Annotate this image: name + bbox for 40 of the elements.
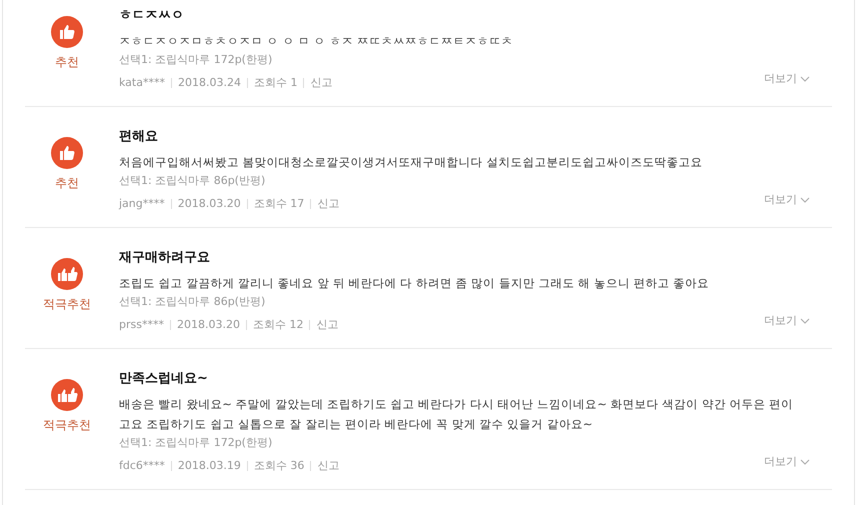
recommend-label: 추천 — [55, 175, 79, 192]
report-link[interactable]: 신고 — [317, 458, 340, 473]
chevron-down-icon — [800, 76, 810, 82]
chevron-down-icon — [800, 318, 810, 324]
more-button[interactable]: 더보기 — [764, 192, 810, 207]
review-title: 편해요 — [119, 129, 159, 145]
review-text: 조립도 쉽고 깔끔하게 깔리니 좋네요 앞 뒤 베란다에 다 하려면 좀 많이 들지만 그래도 해 놓으니 편하고 좋아요 — [119, 275, 710, 292]
option-text: 선택1: 조립식마루 172p(한평) — [119, 52, 274, 67]
report-link[interactable]: 신고 — [317, 196, 340, 211]
review-title: ㅎㄷㅈㅆㅇ — [119, 8, 185, 24]
option-text: 선택1: 조립식마루 86p(반평) — [119, 294, 266, 309]
recommend-label: 적극추천 — [43, 417, 91, 434]
user-id: kata**** — [119, 76, 165, 89]
view-count: 조회수 12 — [252, 317, 304, 332]
user-id: jang**** — [119, 197, 165, 210]
recommend-label: 추천 — [55, 54, 79, 71]
review-date: 2018.03.20 — [178, 197, 241, 210]
report-link[interactable]: 신고 — [310, 75, 332, 90]
report-link[interactable]: 신고 — [316, 317, 338, 332]
review-title: 만족스럽네요~ — [119, 371, 209, 387]
user-id: prss**** — [119, 318, 164, 331]
review-date: 2018.03.20 — [176, 318, 240, 331]
view-count: 조회수 1 — [254, 75, 298, 90]
review-date: 2018.03.24 — [178, 76, 241, 89]
review-text: 배송은 빨리 왔네요~ 주말에 깔았는데 조립하기도 쉽고 베란다가 다시 태어난 느낌이네요~ 화면보다 색감이 약간 어두은 편이고요 조립하기도 쉽고 실톱으로 잘 잘리는 편이라 베란다에 꼭 맞게 깔수 있을거 같아요~ — [119, 396, 794, 433]
more-button[interactable]: 더보기 — [764, 71, 810, 86]
option-text: 선택1: 조립식마루 86p(반평) — [119, 173, 266, 188]
chevron-down-icon — [800, 458, 810, 464]
view-count: 조회수 36 — [254, 458, 304, 473]
more-button[interactable]: 더보기 — [764, 313, 810, 328]
review-date: 2018.03.19 — [178, 459, 241, 472]
review-text: 처음에구입해서써봤고 봄맞이대청소로깔곳이생겨서또재구매합니다 설치도쉽고분리도쉽고싸이즈도딱좋고요 — [119, 154, 704, 171]
review-title: 재구매하려구요 — [119, 250, 211, 266]
option-text: 선택1: 조립식마루 172p(한평) — [119, 435, 274, 450]
recommend-label: 적극추천 — [43, 296, 91, 313]
view-count: 조회수 17 — [254, 196, 304, 211]
chevron-down-icon — [800, 196, 810, 202]
more-button[interactable]: 더보기 — [764, 454, 810, 469]
user-id: fdc6**** — [119, 459, 165, 472]
review-text: ㅈㅎㄷㅈㅇㅈㅁㅎㅊㅇㅈㅁ ㅇ ㅇ ㅁ ㅇ ㅎㅈ ㅉㄸㅊㅆㅉㅎㄷㅉㅌㅈㅎㄸㅊ — [119, 33, 514, 50]
